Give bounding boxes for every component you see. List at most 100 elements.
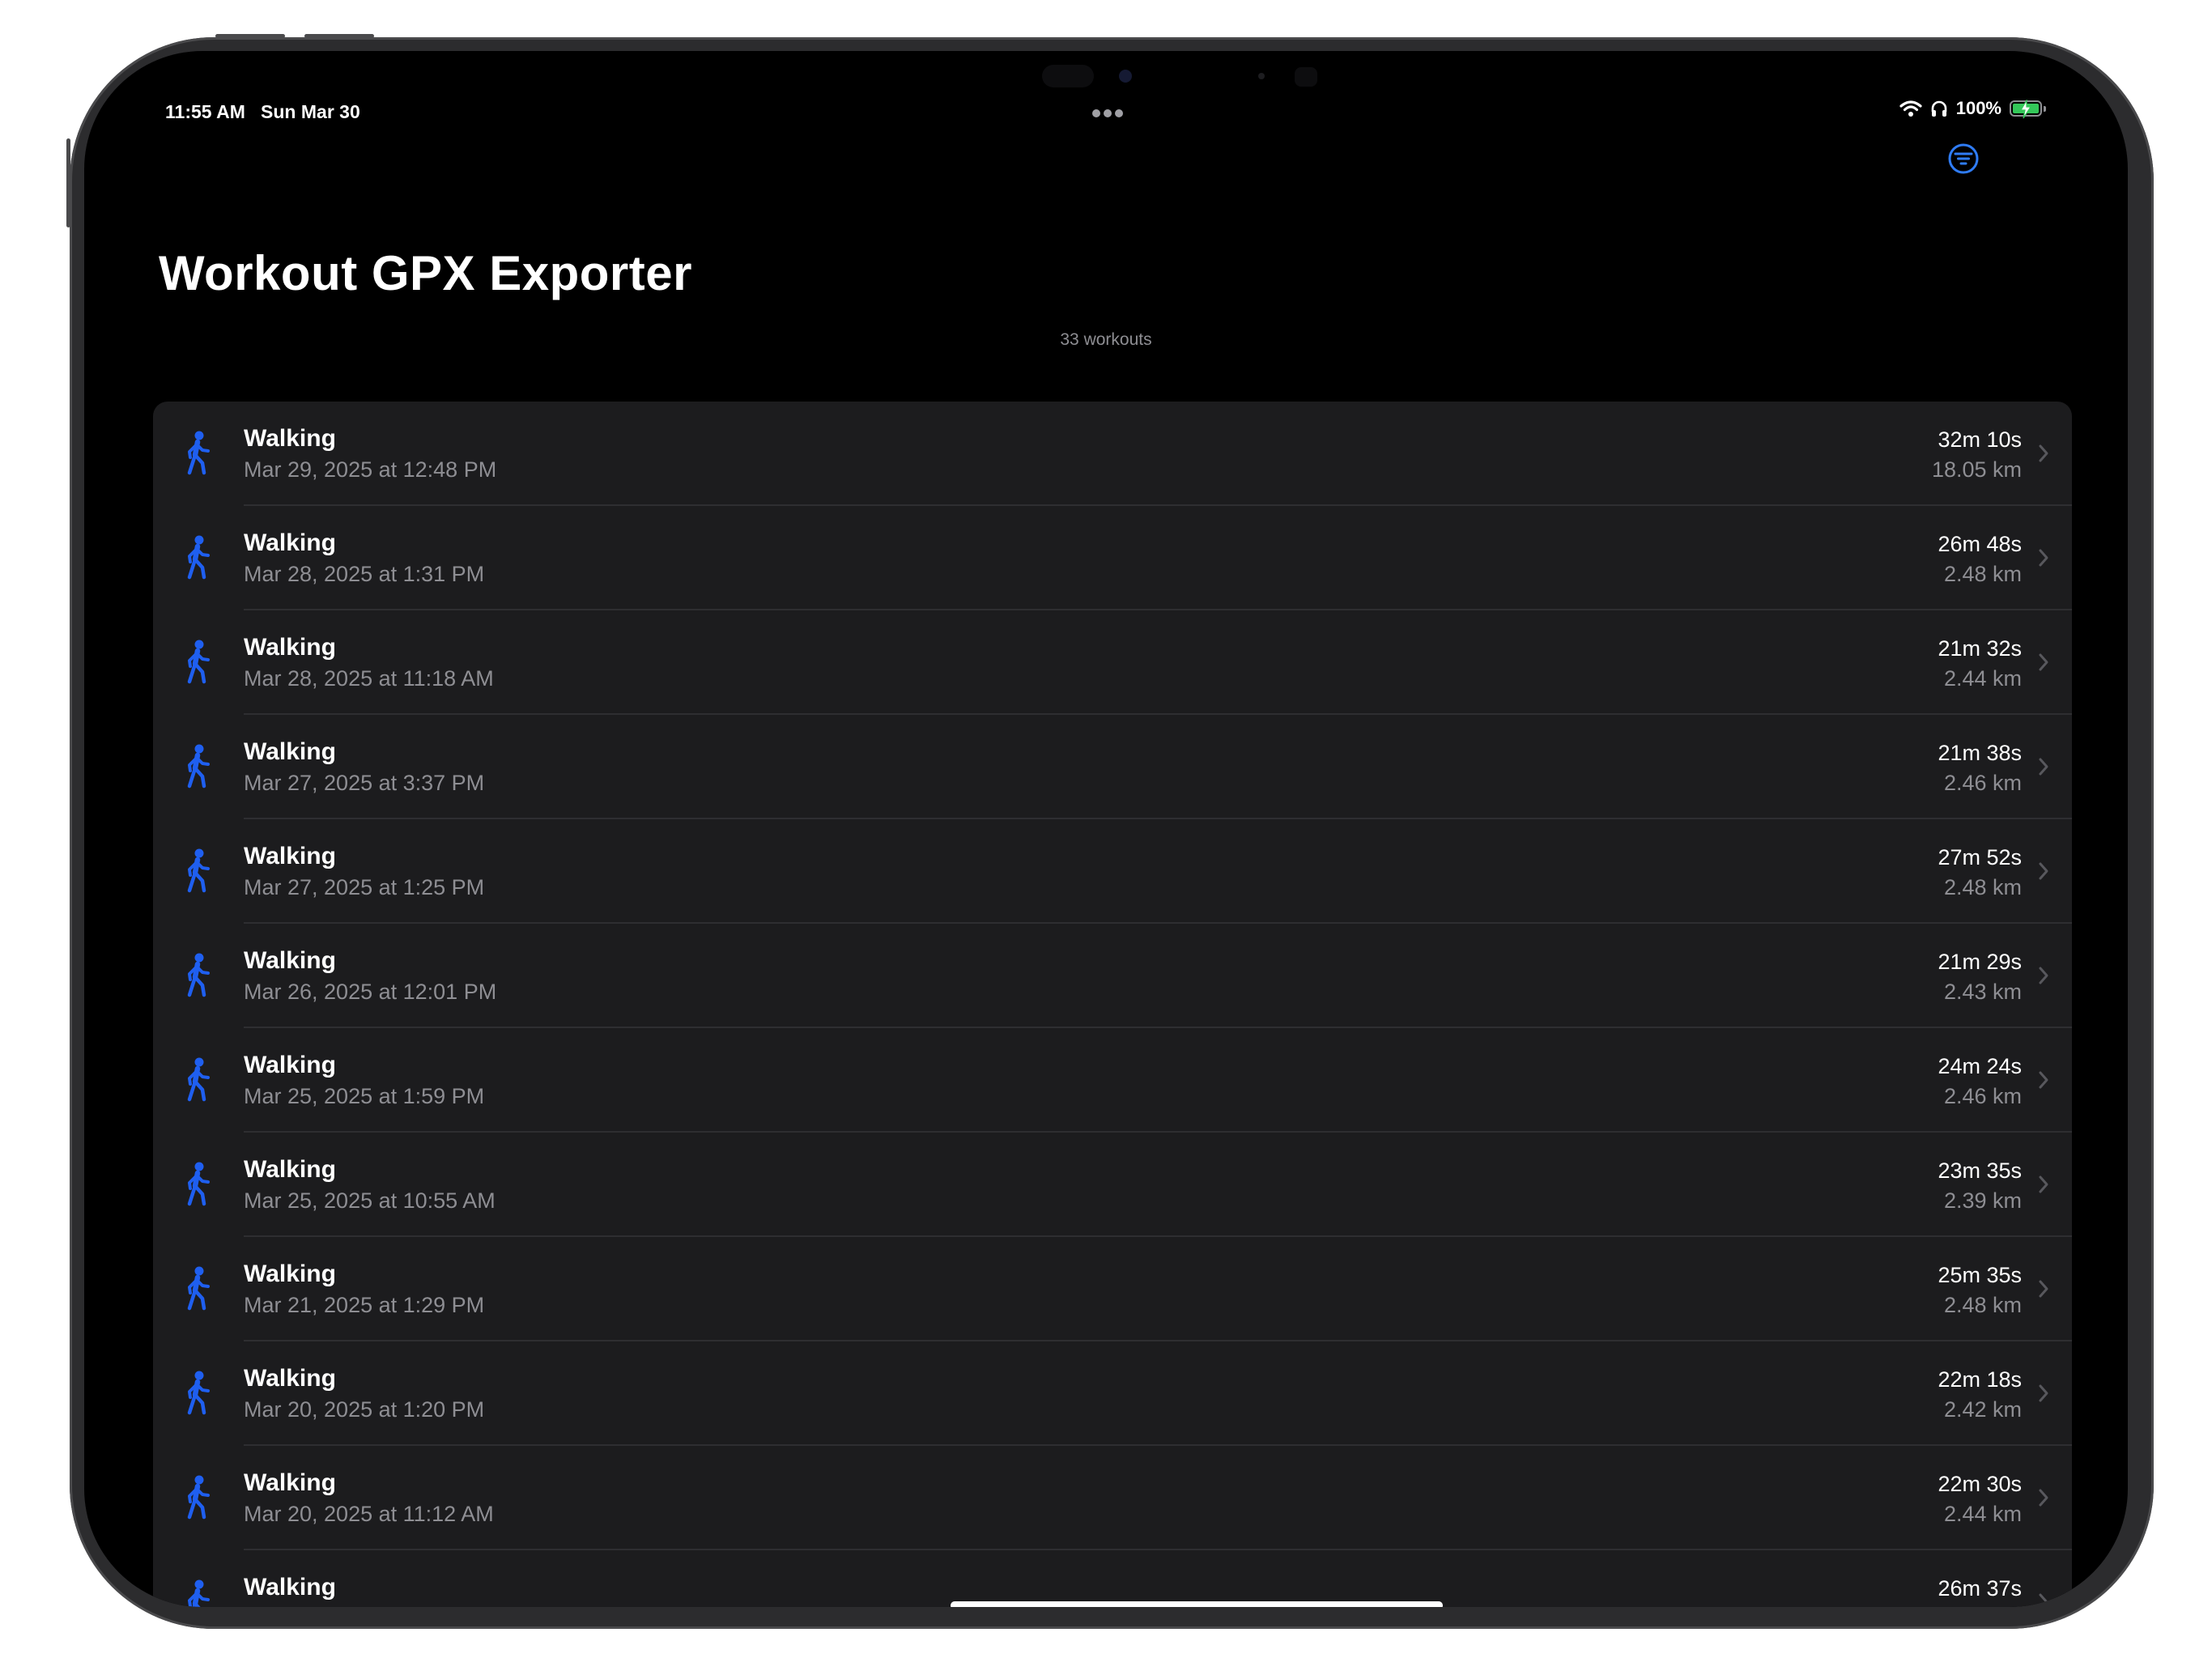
workout-date: Mar 21, 2025 at 1:29 PM bbox=[244, 1293, 485, 1317]
chevron-right-icon bbox=[2039, 653, 2048, 671]
workout-duration: 26m 37s bbox=[1938, 1576, 2022, 1601]
workout-duration: 21m 29s bbox=[1938, 950, 2022, 974]
workout-row[interactable]: Walking Mar 29, 2025 at 12:48 PM 32m 10s… bbox=[153, 402, 2072, 506]
filter-icon[interactable] bbox=[1947, 142, 1980, 175]
workout-date: Mar 29, 2025 at 12:48 PM bbox=[244, 457, 497, 482]
workout-date: Mar 26, 2025 at 12:01 PM bbox=[244, 980, 497, 1004]
headphones-icon bbox=[1931, 100, 1947, 117]
workout-count: 33 workouts bbox=[1060, 330, 1152, 349]
chevron-right-icon bbox=[2039, 1384, 2048, 1402]
workout-type: Walking bbox=[244, 529, 336, 556]
workout-row[interactable]: Walking Mar 21, 2025 at 1:29 PM 25m 35s … bbox=[153, 1237, 2072, 1341]
top-button-right bbox=[304, 34, 374, 38]
workout-duration: 24m 24s bbox=[1938, 1054, 2022, 1078]
workout-duration: 26m 48s bbox=[1938, 532, 2022, 556]
workout-type: Walking bbox=[244, 1156, 336, 1183]
workout-list: Walking Mar 29, 2025 at 12:48 PM 32m 10s… bbox=[153, 402, 2072, 1607]
workout-date: Mar 25, 2025 at 1:59 PM bbox=[244, 1084, 485, 1108]
workout-row[interactable]: Walking Mar 28, 2025 at 1:31 PM 26m 48s … bbox=[153, 506, 2072, 610]
chevron-right-icon bbox=[2039, 1593, 2048, 1607]
workout-distance: 2.48 km bbox=[1943, 562, 2022, 586]
workout-date: Mar 28, 2025 at 11:18 AM bbox=[244, 666, 494, 691]
workout-row[interactable]: Walking Mar 27, 2025 at 3:37 PM 21m 38s … bbox=[153, 715, 2072, 819]
figure-walk-icon bbox=[187, 535, 210, 580]
workout-distance: 2.48 km bbox=[1943, 1293, 2022, 1317]
figure-walk-icon bbox=[187, 1475, 210, 1520]
figure-walk-icon bbox=[187, 431, 210, 475]
workout-date: Mar 20, 2025 at 1:20 PM bbox=[244, 1397, 485, 1422]
workout-distance: 18.05 km bbox=[1931, 457, 2022, 482]
page-title: Workout GPX Exporter bbox=[159, 246, 692, 300]
workout-type: Walking bbox=[244, 1365, 336, 1392]
figure-walk-icon bbox=[187, 848, 210, 893]
figure-walk-icon bbox=[187, 1266, 210, 1311]
figure-walk-icon bbox=[187, 1162, 210, 1206]
workout-distance: 2.46 km bbox=[1943, 1084, 2022, 1108]
side-button bbox=[66, 138, 70, 227]
workout-type: Walking bbox=[244, 1574, 336, 1601]
workout-row[interactable]: Walking Mar 26, 2025 at 12:01 PM 21m 29s… bbox=[153, 924, 2072, 1028]
status-time: 11:55 AM bbox=[165, 101, 245, 122]
workout-type: Walking bbox=[244, 634, 336, 661]
workout-row[interactable]: Walking Mar 25, 2025 at 10:55 AM 23m 35s… bbox=[153, 1133, 2072, 1237]
figure-walk-icon bbox=[188, 1579, 210, 1607]
workout-type: Walking bbox=[244, 843, 336, 869]
screen: 11:55 AM Sun Mar 30 100% Workout GPX Exp… bbox=[84, 51, 2128, 1607]
status-bar: 11:55 AM Sun Mar 30 100% bbox=[84, 51, 2128, 164]
figure-walk-icon bbox=[187, 953, 210, 997]
chevron-right-icon bbox=[2039, 1489, 2048, 1507]
workout-row[interactable]: Walking Mar 20, 2025 at 11:12 AM 22m 30s… bbox=[153, 1446, 2072, 1550]
workout-type: Walking bbox=[244, 947, 336, 974]
chevron-right-icon bbox=[2039, 758, 2048, 776]
chevron-right-icon bbox=[2039, 1280, 2048, 1298]
workout-date: Mar 20, 2025 at 11:12 AM bbox=[244, 1502, 494, 1526]
figure-walk-icon bbox=[187, 744, 210, 789]
workout-row[interactable]: Walking Mar 28, 2025 at 11:18 AM 21m 32s… bbox=[153, 610, 2072, 715]
wifi-icon bbox=[1899, 100, 1922, 117]
multitasking-dots-icon[interactable] bbox=[1091, 107, 1125, 121]
workout-date: Mar 25, 2025 at 10:55 AM bbox=[244, 1188, 496, 1213]
workout-duration: 23m 35s bbox=[1938, 1158, 2022, 1183]
workout-row[interactable]: Walking 26m 37s bbox=[153, 1550, 2072, 1607]
workout-duration: 22m 30s bbox=[1938, 1472, 2022, 1496]
workout-type: Walking bbox=[244, 1469, 336, 1496]
workout-duration: 25m 35s bbox=[1938, 1263, 2022, 1287]
battery-percent: 100% bbox=[1955, 98, 2001, 118]
home-indicator[interactable] bbox=[951, 1601, 1443, 1607]
figure-walk-icon bbox=[187, 640, 210, 684]
workout-row[interactable]: Walking Mar 20, 2025 at 1:20 PM 22m 18s … bbox=[153, 1341, 2072, 1446]
workout-distance: 2.39 km bbox=[1943, 1188, 2022, 1213]
workout-date: Mar 27, 2025 at 1:25 PM bbox=[244, 875, 485, 899]
workout-date: Mar 28, 2025 at 1:31 PM bbox=[244, 562, 485, 586]
workout-type: Walking bbox=[244, 425, 336, 452]
workout-distance: 2.42 km bbox=[1943, 1397, 2022, 1422]
chevron-right-icon bbox=[2039, 862, 2048, 880]
workout-duration: 22m 18s bbox=[1938, 1367, 2022, 1392]
status-date: Sun Mar 30 bbox=[261, 101, 360, 122]
workout-distance: 2.44 km bbox=[1943, 666, 2022, 691]
figure-walk-icon bbox=[187, 1371, 210, 1415]
charging-bolt-icon bbox=[2019, 100, 2032, 119]
workout-row[interactable]: Walking Mar 27, 2025 at 1:25 PM 27m 52s … bbox=[153, 819, 2072, 924]
status-time-date: 11:55 AM Sun Mar 30 bbox=[165, 101, 360, 123]
workout-distance: 2.46 km bbox=[1943, 771, 2022, 795]
top-button-left bbox=[215, 34, 285, 38]
figure-walk-icon bbox=[187, 1057, 210, 1102]
workout-distance: 2.44 km bbox=[1943, 1502, 2022, 1526]
workout-row[interactable]: Walking Mar 25, 2025 at 1:59 PM 24m 24s … bbox=[153, 1028, 2072, 1133]
chevron-right-icon bbox=[2039, 1071, 2048, 1089]
workout-duration: 21m 32s bbox=[1938, 636, 2022, 661]
chevron-right-icon bbox=[2039, 549, 2048, 567]
workout-type: Walking bbox=[244, 1261, 336, 1287]
chevron-right-icon bbox=[2039, 1175, 2048, 1193]
workout-duration: 32m 10s bbox=[1938, 427, 2022, 452]
status-indicators: 100% bbox=[1899, 98, 2046, 119]
workout-distance: 2.43 km bbox=[1943, 980, 2022, 1004]
chevron-right-icon bbox=[2039, 444, 2048, 462]
workout-type: Walking bbox=[244, 738, 336, 765]
workout-distance: 2.48 km bbox=[1943, 875, 2022, 899]
battery-icon bbox=[2010, 100, 2046, 119]
workout-date: Mar 27, 2025 at 3:37 PM bbox=[244, 771, 485, 795]
workout-type: Walking bbox=[244, 1052, 336, 1078]
workout-duration: 21m 38s bbox=[1938, 741, 2022, 765]
